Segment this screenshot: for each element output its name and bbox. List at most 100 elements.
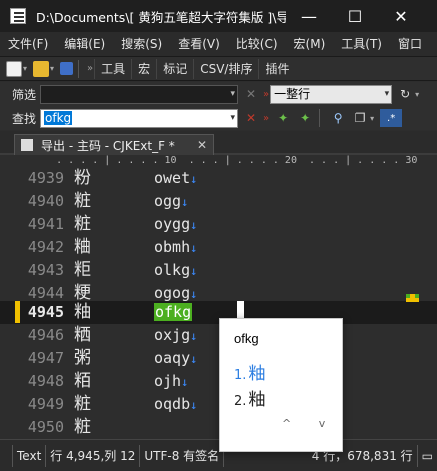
candidate-number: 2. [234, 394, 247, 409]
filter-input[interactable]: ▾ [40, 84, 238, 104]
editor-line[interactable]: 4941 粧 oygg↓ [0, 213, 437, 236]
menu-macro[interactable]: 宏(M) [286, 32, 334, 57]
new-file-dropdown-icon[interactable]: ▾ [23, 64, 27, 73]
toolbar-marks-button[interactable]: 标记 [156, 58, 193, 79]
menu-file[interactable]: 文件(F) [0, 32, 56, 57]
toolbar-macro-button[interactable]: 宏 [131, 58, 156, 79]
find-next-icon[interactable]: ✦ [296, 109, 314, 127]
status-notifications-icon[interactable]: ▭ [418, 445, 437, 467]
new-file-icon[interactable] [6, 60, 22, 77]
line-code: olkg↓ [154, 259, 197, 283]
eol-arrow-icon: ↓ [190, 172, 198, 186]
ime-candidate-1[interactable]: 1. 粙 [234, 359, 265, 384]
line-character: 粬 [74, 237, 91, 257]
line-code: oxjg↓ [154, 324, 197, 348]
code-text: ogog [154, 284, 191, 302]
status-position[interactable]: 行 4,945,列 12 [46, 444, 141, 467]
tab-document[interactable]: 导出 - 主码 - CJKExt_F * ✕ [14, 134, 214, 155]
filter-dropdown-icon[interactable]: ▾ [230, 86, 235, 103]
toolbar: ▾ ▾ » 工具 宏 标记 CSV/排序 插件 [0, 57, 437, 81]
find-prev-icon[interactable]: ✦ [274, 109, 292, 127]
window-title: D:\Documents\[ 黄狗五笔超大字符集版 ]\导... [36, 9, 286, 25]
filter-mode-select[interactable]: 一整行 ▾ [270, 84, 393, 104]
toolbar-plugins-button[interactable]: 插件 [258, 58, 295, 79]
line-character: 粉 [74, 168, 91, 188]
code-text: obmh [154, 238, 191, 256]
title-bar: D:\Documents\[ 黄狗五笔超大字符集版 ]\导... — ☐ ✕ [0, 0, 437, 32]
line-number: 4948 [27, 372, 64, 390]
eol-arrow-icon: ↓ [190, 352, 198, 366]
menu-edit[interactable]: 编辑(E) [56, 32, 113, 57]
open-folder-dropdown-icon[interactable]: ▾ [50, 64, 54, 73]
line-code: oygg↓ [154, 213, 197, 237]
line-character: 粧 [74, 191, 91, 211]
current-line-marker [15, 301, 20, 323]
find-copy-icon[interactable]: ❐ [351, 109, 369, 127]
menu-tools[interactable]: 工具(T) [333, 32, 390, 57]
code-text: oygg [154, 215, 191, 233]
line-number: 4946 [27, 326, 64, 344]
line-code: ogg↓ [154, 190, 188, 214]
tab-label: 导出 - 主码 - CJKExt_F * [41, 138, 175, 153]
filter-clear-icon[interactable]: ✕ [242, 85, 260, 103]
minimize-button[interactable]: — [286, 0, 332, 32]
open-folder-icon[interactable] [33, 60, 50, 77]
code-text: ojh [154, 372, 182, 390]
ime-page-nav-icon[interactable]: ^ v [282, 417, 337, 430]
filter-mode-value: 一整行 [274, 86, 311, 101]
find-separator [319, 109, 321, 127]
save-icon[interactable] [60, 62, 74, 75]
line-character: 粥 [74, 348, 91, 368]
line-number: 4950 [27, 418, 64, 436]
candidate-char: 粙 [248, 390, 266, 410]
toolbar-separator [78, 59, 80, 78]
toolbar-overflow-icon[interactable]: » [87, 63, 93, 74]
menu-compare[interactable]: 比较(C) [228, 32, 286, 57]
refresh-icon[interactable]: ↻ [396, 85, 414, 103]
line-character: 粧 [74, 214, 91, 234]
editor-line[interactable]: 4939 粉 owet↓ [0, 167, 437, 190]
status-encoding[interactable]: UTF-8 有签名 [140, 444, 225, 467]
eol-arrow-icon: ↓ [190, 287, 198, 301]
code-text: oxjg [154, 326, 191, 344]
eol-arrow-icon: ↓ [190, 241, 198, 255]
maximize-button[interactable]: ☐ [332, 0, 378, 32]
line-character: 粧 [74, 417, 91, 437]
find-all-icon[interactable]: ⚲ [329, 109, 347, 127]
menu-window[interactable]: 窗口 [390, 32, 430, 57]
tab-close-icon[interactable]: ✕ [197, 138, 207, 152]
find-dropdown-icon[interactable]: ▾ [230, 110, 235, 127]
ime-candidate-2[interactable]: 2. 粙 [234, 385, 265, 410]
candidate-char: 粙 [248, 364, 266, 384]
menu-view[interactable]: 查看(V) [170, 32, 228, 57]
eol-arrow-icon: ↓ [190, 264, 198, 278]
filter-label: 筛选 [12, 87, 37, 102]
editor-line[interactable]: 4940 粧 ogg↓ [0, 190, 437, 213]
change-marker-icon [406, 291, 419, 302]
close-button[interactable]: ✕ [378, 0, 424, 32]
toolbar-csv-sort-button[interactable]: CSV/排序 [193, 58, 258, 79]
editor-line[interactable]: 4942 粬 obmh↓ [0, 236, 437, 259]
find-clear-icon[interactable]: ✕ [242, 109, 260, 127]
line-number: 4945 [27, 303, 64, 321]
filter-overflow-icon[interactable]: » [263, 89, 269, 100]
candidate-number: 1. [234, 368, 247, 383]
editor-line[interactable]: 4943 粔 olkg↓ [0, 259, 437, 282]
line-code: oaqy↓ [154, 347, 197, 371]
eol-arrow-icon: ↓ [190, 398, 198, 412]
code-text: olkg [154, 261, 191, 279]
code-text: owet [154, 169, 191, 187]
toolbar-tools-button[interactable]: 工具 [94, 58, 131, 79]
app-icon [10, 8, 26, 24]
line-code: ofkg [154, 301, 193, 325]
ime-candidate-popup: ofkg 1. 粙 2. 粙 ^ v [219, 318, 343, 452]
regex-toggle-icon[interactable]: .* [380, 109, 403, 127]
find-input[interactable]: ofkg ▾ [40, 108, 238, 128]
refresh-dropdown-icon[interactable]: ▾ [415, 90, 419, 99]
find-copy-dropdown-icon[interactable]: ▾ [370, 114, 374, 123]
filter-mode-dropdown-icon[interactable]: ▾ [385, 86, 390, 103]
line-number: 4940 [27, 192, 64, 210]
find-overflow-icon[interactable]: » [263, 113, 269, 124]
status-mode[interactable]: Text [12, 444, 47, 467]
menu-search[interactable]: 搜索(S) [113, 32, 170, 57]
